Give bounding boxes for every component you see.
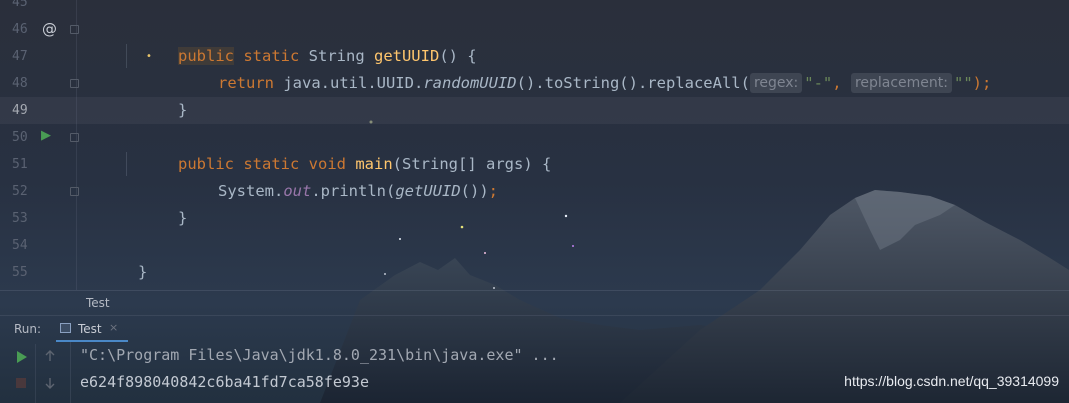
fold-marker-icon[interactable] [70, 187, 79, 196]
code-text: ().toString().replaceAll( [516, 74, 750, 92]
line-number: 51 [12, 157, 28, 172]
line-number-current: 49 [12, 103, 28, 118]
code-text: java.util.UUID. [283, 74, 424, 92]
breadcrumb-bar: Test [0, 290, 1069, 315]
run-tab-test[interactable]: Test × [56, 316, 128, 342]
run-panel-label: Run: [14, 322, 42, 336]
watermark-text: https://blog.csdn.net/qq_39314099 [844, 373, 1059, 389]
console-output-line: e624f898040842c6ba41fd7ca58fe93e [80, 373, 369, 391]
method-call: randomUUID [423, 74, 517, 92]
toolbar-separator [35, 344, 36, 403]
code-text: .println( [311, 182, 396, 200]
code-text: System. [218, 182, 284, 200]
code-text: ) { [523, 155, 552, 173]
line-number: 46 [12, 22, 28, 37]
gutter-separator [76, 0, 77, 290]
code-line-48: } [122, 70, 187, 119]
fold-marker-icon[interactable] [70, 79, 79, 88]
code-text: ; [488, 182, 498, 200]
line-number: 47 [12, 49, 28, 64]
code-line-50: public static void main(String[] args) { [122, 124, 551, 173]
code-line-54: } [82, 232, 147, 281]
scroll-up-icon[interactable] [42, 348, 58, 364]
code-line-47: return java.util.UUID.randomUUID().toStr… [162, 43, 991, 93]
close-icon[interactable]: × [109, 321, 118, 334]
code-text: , [832, 74, 851, 92]
ide-window: 45 46 47 48 49 50 51 52 53 54 55 @ ▶ pub… [0, 0, 1069, 403]
bulb-dot-icon: • [146, 51, 152, 62]
run-toolbar [0, 342, 71, 403]
run-tab-label: Test [78, 322, 102, 336]
code-line-52: } [122, 178, 187, 227]
line-number: 52 [12, 184, 28, 199]
line-number: 45 [12, 0, 28, 10]
parameter-hint: regex: [749, 73, 803, 93]
static-field: out [283, 182, 312, 200]
code-text: } [138, 263, 148, 281]
run-gutter-icon[interactable]: ▶ [41, 128, 51, 143]
parameter-hint: replacement: [850, 73, 952, 93]
line-number: 50 [12, 130, 28, 145]
line-number: 54 [12, 238, 28, 253]
code-editor[interactable]: 45 46 47 48 49 50 51 52 53 54 55 @ ▶ pub… [0, 0, 1069, 290]
scroll-down-icon[interactable] [42, 375, 58, 391]
code-line-46: public static String getUUID() { [122, 16, 477, 65]
line-number: 53 [12, 211, 28, 226]
code-line-51: System.out.println(getUUID()); [162, 151, 498, 200]
string-literal: "" [954, 74, 973, 92]
breadcrumb[interactable]: Test [86, 296, 110, 310]
stop-icon[interactable] [15, 377, 27, 389]
fold-marker-icon[interactable] [70, 133, 79, 142]
rerun-icon[interactable] [14, 349, 30, 365]
fold-marker-icon[interactable] [70, 25, 79, 34]
keyword: return [218, 74, 284, 92]
method-call: getUUID [395, 182, 461, 200]
code-text: } [178, 101, 188, 119]
override-icon[interactable]: @ [42, 20, 57, 38]
console-tab-icon [60, 323, 71, 333]
console-output-line: "C:\Program Files\Java\jdk1.8.0_231\bin\… [80, 346, 559, 364]
run-panel-header: Run: Test × [0, 315, 1069, 342]
code-text: } [178, 209, 188, 227]
line-number: 48 [12, 76, 28, 91]
string-literal: "-" [804, 74, 833, 92]
code-text: ()) [460, 182, 489, 200]
code-text: ); [972, 74, 992, 92]
line-number: 55 [12, 265, 28, 280]
